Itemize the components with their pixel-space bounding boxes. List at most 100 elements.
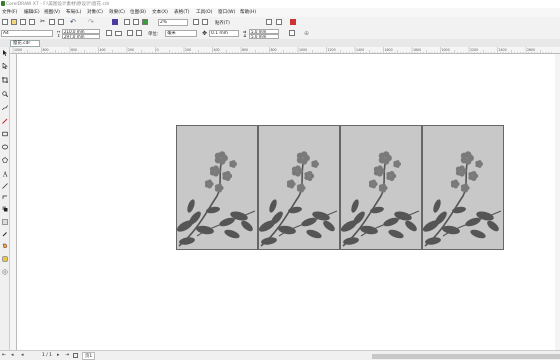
add-tool-icon[interactable] (2, 269, 8, 275)
page-border-icon[interactable] (289, 30, 295, 36)
app-launcher-icon[interactable] (142, 19, 148, 25)
previous-page-icon[interactable]: ◂ (11, 352, 14, 358)
page-tab[interactable]: 页1 (82, 352, 96, 360)
ruler-tick-label: 400 (100, 48, 106, 52)
leaf (269, 199, 277, 213)
full-screen-icon[interactable] (193, 19, 199, 25)
flower-artwork (177, 151, 256, 247)
blossom-petal (307, 170, 313, 176)
vertical-ruler[interactable] (10, 54, 17, 350)
current-page-icon[interactable] (136, 30, 142, 36)
ruler-tick-label: 1000 (14, 48, 22, 52)
text-tool-icon[interactable]: A (2, 171, 8, 178)
welcome-screen-icon[interactable] (290, 19, 296, 25)
application-launcher-icon[interactable] (276, 19, 282, 25)
cut-icon[interactable]: ✂ (40, 19, 46, 25)
portrait-icon[interactable] (106, 30, 112, 36)
menu-object[interactable]: 对象(C) (87, 9, 103, 15)
drop-shadow-icon[interactable] (2, 206, 8, 212)
all-pages-icon[interactable] (127, 30, 133, 36)
menu-tools[interactable]: 工具(O) (196, 9, 212, 15)
menu-window[interactable]: 窗口(W) (218, 9, 235, 15)
ruler-tick-label: 1800 (413, 48, 421, 52)
parallel-dimension-icon[interactable] (2, 183, 8, 189)
menu-bar: 文件(F) 编辑(E) 视图(V) 布局(L) 对象(C) 效果(C) 位图(B… (0, 8, 560, 17)
leaf (388, 229, 404, 239)
show-rulers-icon[interactable] (202, 19, 208, 25)
redo-icon[interactable]: ↷ (88, 19, 94, 26)
blossom-petal (207, 179, 212, 184)
paste-icon[interactable] (58, 19, 64, 25)
ruler-tick-label: 1200 (328, 48, 336, 52)
menu-view[interactable]: 视图(V) (44, 9, 60, 15)
last-page-icon[interactable]: ⇥ (65, 352, 69, 358)
zoom-level-value: 2% (160, 20, 167, 25)
vertical-scrollbar[interactable] (555, 54, 560, 350)
flower-panel-1[interactable] (176, 125, 258, 250)
leaf (487, 220, 499, 232)
menu-table[interactable]: 表格(T) (174, 9, 190, 15)
first-page-icon[interactable]: ⇤ (2, 352, 6, 358)
menu-text[interactable]: 文本(X) (152, 9, 168, 15)
blossom-petal (381, 183, 386, 188)
horizontal-scrollbar-thumb[interactable] (372, 354, 560, 359)
leaf (241, 220, 253, 232)
zoom-level-select[interactable]: 2% (158, 19, 188, 26)
snap-to-dropdown[interactable]: 贴齐(T) (215, 20, 230, 26)
import-icon[interactable] (124, 19, 130, 25)
document-tab[interactable]: 窗花.cdr (10, 40, 40, 47)
rectangle-tool-icon[interactable] (2, 131, 8, 137)
flower-artwork (259, 151, 338, 247)
save-icon[interactable] (20, 19, 26, 25)
search-content-icon[interactable] (112, 19, 118, 25)
next-page-arrow-icon[interactable]: ◂ (21, 352, 24, 358)
leaf (206, 206, 220, 214)
export-icon[interactable] (133, 19, 139, 25)
menu-layout[interactable]: 布局(L) (66, 9, 81, 15)
flower-panel-3[interactable] (340, 125, 422, 250)
shape-tool-icon[interactable] (2, 63, 8, 69)
pick-tool-icon[interactable] (2, 50, 8, 56)
flower-artwork (341, 151, 420, 247)
ruler-tick-label: 200 (185, 48, 191, 52)
next-page-icon[interactable]: ▸ (57, 352, 60, 358)
menu-file[interactable]: 文件(F) (2, 9, 17, 15)
ellipse-tool-icon[interactable] (2, 144, 8, 150)
color-eyedropper-icon[interactable] (2, 231, 8, 237)
freehand-tool-icon[interactable] (2, 105, 8, 111)
nudge-distance-input[interactable]: 0.1 mm (209, 30, 239, 37)
blossom-petal (225, 170, 231, 176)
menu-help[interactable]: 帮助(H) (240, 9, 256, 15)
menu-bitmaps[interactable]: 位图(B) (130, 9, 146, 15)
page-size-select[interactable]: A4 (1, 30, 53, 37)
print-icon[interactable] (29, 19, 35, 25)
smart-fill-icon[interactable] (2, 256, 8, 262)
crop-tool-icon[interactable] (2, 77, 8, 83)
add-page-icon[interactable] (73, 353, 78, 358)
options-icon[interactable] (266, 19, 272, 25)
open-folder-icon[interactable] (11, 19, 17, 25)
zoom-tool-icon[interactable] (2, 91, 8, 97)
copy-icon[interactable] (49, 19, 55, 25)
transparency-tool-icon[interactable] (2, 219, 8, 225)
polygon-tool-icon[interactable] (2, 157, 8, 163)
add-frame-icon[interactable]: ⊕ (304, 30, 309, 37)
blossom-petal (289, 179, 294, 184)
artistic-media-icon[interactable] (2, 118, 8, 124)
menu-effects[interactable]: 效果(C) (109, 9, 125, 15)
new-document-icon[interactable] (2, 19, 8, 25)
blossom-petal (295, 165, 301, 171)
connector-tool-icon[interactable] (2, 194, 8, 200)
blossom-petal (463, 183, 468, 188)
blossom-petal (389, 170, 395, 176)
flower-panel-4[interactable] (422, 125, 504, 250)
undo-icon[interactable]: ↶ (70, 19, 76, 26)
flower-panel-2[interactable] (258, 125, 340, 250)
landscape-icon[interactable] (115, 31, 122, 36)
leaf (306, 229, 322, 239)
page-counter: 1 / 1 (42, 353, 52, 358)
horizontal-ruler[interactable]: 1000 800 600 400 200 0 200 400 600 800 1000 1200 140… (10, 47, 560, 54)
units-select[interactable]: 毫米 (165, 30, 197, 37)
menu-edit[interactable]: 编辑(E) (24, 9, 40, 15)
interactive-fill-icon[interactable] (2, 243, 8, 249)
